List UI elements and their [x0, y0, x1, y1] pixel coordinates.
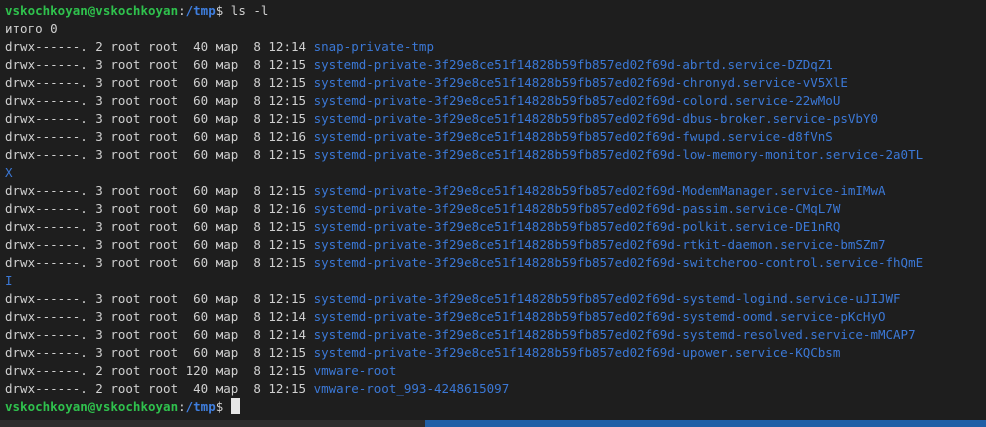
- directory-name: systemd-private-3f29e8ce51f14828b59fb857…: [313, 237, 886, 252]
- entry-meta: drwx------. 3 root root 60 мар 8 12:15: [5, 255, 314, 270]
- directory-name: systemd-private-3f29e8ce51f14828b59fb857…: [313, 327, 916, 342]
- entry-meta: drwx------. 3 root root 60 мар 8 12:15: [5, 57, 314, 72]
- prompt-symbol: $: [215, 3, 231, 18]
- prompt-separator: :: [178, 3, 186, 18]
- list-item: drwx------. 3 root root 60 мар 8 12:15 s…: [5, 290, 923, 308]
- prompt-separator: :: [178, 399, 186, 414]
- list-item: drwx------. 3 root root 60 мар 8 12:15 s…: [5, 146, 923, 164]
- list-item: drwx------. 2 root root 120 мар 8 12:15 …: [5, 362, 923, 380]
- list-item: drwx------. 3 root root 60 мар 8 12:16 s…: [5, 128, 923, 146]
- prompt-path: /tmp: [185, 3, 216, 18]
- prompt-path: /tmp: [185, 399, 216, 414]
- directory-name: systemd-private-3f29e8ce51f14828b59fb857…: [313, 57, 833, 72]
- wrapped-line: I: [5, 272, 923, 290]
- directory-name: systemd-private-3f29e8ce51f14828b59fb857…: [313, 309, 886, 324]
- list-item: drwx------. 3 root root 60 мар 8 12:15 s…: [5, 254, 923, 272]
- entry-meta: drwx------. 3 root root 60 мар 8 12:15: [5, 111, 314, 126]
- list-item: drwx------. 3 root root 60 мар 8 12:15 s…: [5, 92, 923, 110]
- list-item: drwx------. 3 root root 60 мар 8 12:15 s…: [5, 110, 923, 128]
- entry-meta: drwx------. 2 root root 120 мар 8 12:15: [5, 363, 314, 378]
- list-item: drwx------. 3 root root 60 мар 8 12:15 s…: [5, 218, 923, 236]
- entry-meta: drwx------. 3 root root 60 мар 8 12:15: [5, 75, 314, 90]
- desktop-background-strip: [0, 420, 986, 427]
- directory-name: systemd-private-3f29e8ce51f14828b59fb857…: [313, 345, 841, 360]
- directory-name: systemd-private-3f29e8ce51f14828b59fb857…: [313, 111, 878, 126]
- prompt-user: vskochkoyan@vskochkoyan: [5, 399, 179, 414]
- directory-name: systemd-private-3f29e8ce51f14828b59fb857…: [313, 219, 841, 234]
- list-item: drwx------. 3 root root 60 мар 8 12:15 s…: [5, 344, 923, 362]
- list-item: drwx------. 2 root root 40 мар 8 12:14 s…: [5, 38, 923, 56]
- list-item: drwx------. 3 root root 60 мар 8 12:14 s…: [5, 308, 923, 326]
- directory-name: systemd-private-3f29e8ce51f14828b59fb857…: [313, 201, 841, 216]
- directory-name: snap-private-tmp: [313, 39, 434, 54]
- command-line: vskochkoyan@vskochkoyan:/tmp$ ls -l: [5, 2, 923, 20]
- directory-name: systemd-private-3f29e8ce51f14828b59fb857…: [313, 129, 833, 144]
- list-item: drwx------. 3 root root 60 мар 8 12:16 s…: [5, 200, 923, 218]
- entry-meta: drwx------. 3 root root 60 мар 8 12:14: [5, 327, 314, 342]
- wrapped-line: X: [5, 164, 923, 182]
- prompt-symbol: $: [215, 399, 231, 414]
- directory-name: vmware-root: [313, 363, 397, 378]
- directory-name: systemd-private-3f29e8ce51f14828b59fb857…: [313, 255, 924, 270]
- terminal-output: vskochkoyan@vskochkoyan:/tmp$ ls -l итог…: [5, 2, 923, 416]
- directory-name: systemd-private-3f29e8ce51f14828b59fb857…: [313, 183, 886, 198]
- list-item: drwx------. 3 root root 60 мар 8 12:14 s…: [5, 326, 923, 344]
- directory-name: systemd-private-3f29e8ce51f14828b59fb857…: [313, 93, 841, 108]
- terminal-window[interactable]: vskochkoyan@vskochkoyan:/tmp$ ls -l итог…: [0, 0, 986, 427]
- directory-name: systemd-private-3f29e8ce51f14828b59fb857…: [313, 147, 924, 162]
- entry-meta: drwx------. 3 root root 60 мар 8 12:15: [5, 291, 314, 306]
- text-cursor: [230, 398, 240, 414]
- total-line: итого 0: [5, 21, 58, 36]
- command-text: ls -l: [230, 3, 269, 18]
- prompt-user: vskochkoyan@vskochkoyan: [5, 3, 179, 18]
- list-item: drwx------. 3 root root 60 мар 8 12:15 s…: [5, 236, 923, 254]
- list-item: drwx------. 2 root root 40 мар 8 12:15 v…: [5, 380, 923, 398]
- directory-name: systemd-private-3f29e8ce51f14828b59fb857…: [313, 75, 848, 90]
- entry-meta: drwx------. 3 root root 60 мар 8 12:15: [5, 147, 314, 162]
- entry-meta: drwx------. 3 root root 60 мар 8 12:15: [5, 219, 314, 234]
- entry-meta: drwx------. 2 root root 40 мар 8 12:14: [5, 39, 314, 54]
- entry-meta: drwx------. 3 root root 60 мар 8 12:15: [5, 237, 314, 252]
- entry-meta: drwx------. 3 root root 60 мар 8 12:15: [5, 183, 314, 198]
- directory-name: vmware-root_993-4248615097: [313, 381, 510, 396]
- desktop-accent: [425, 420, 986, 427]
- directory-name-wrap: X: [5, 165, 13, 180]
- entry-meta: drwx------. 3 root root 60 мар 8 12:16: [5, 201, 314, 216]
- entry-meta: drwx------. 3 root root 60 мар 8 12:14: [5, 309, 314, 324]
- entry-meta: drwx------. 3 root root 60 мар 8 12:16: [5, 129, 314, 144]
- list-item: drwx------. 3 root root 60 мар 8 12:15 s…: [5, 182, 923, 200]
- list-item: drwx------. 3 root root 60 мар 8 12:15 s…: [5, 74, 923, 92]
- listing: drwx------. 2 root root 40 мар 8 12:14 s…: [5, 38, 923, 398]
- active-prompt-line[interactable]: vskochkoyan@vskochkoyan:/tmp$: [5, 398, 923, 416]
- directory-name-wrap: I: [5, 273, 13, 288]
- entry-meta: drwx------. 3 root root 60 мар 8 12:15: [5, 345, 314, 360]
- entry-meta: drwx------. 3 root root 60 мар 8 12:15: [5, 93, 314, 108]
- directory-name: systemd-private-3f29e8ce51f14828b59fb857…: [313, 291, 901, 306]
- entry-meta: drwx------. 2 root root 40 мар 8 12:15: [5, 381, 314, 396]
- list-item: drwx------. 3 root root 60 мар 8 12:15 s…: [5, 56, 923, 74]
